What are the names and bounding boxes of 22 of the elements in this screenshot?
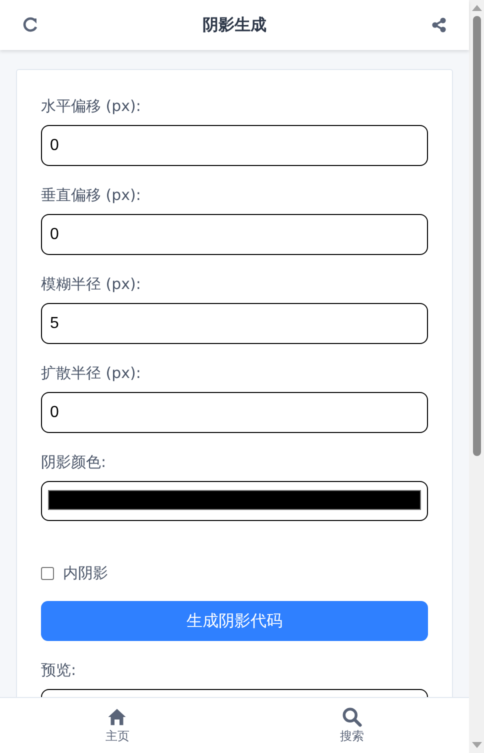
color-picker[interactable] (41, 481, 428, 521)
preview-label: 预览: (41, 660, 78, 680)
page-title: 阴影生成 (202, 14, 266, 36)
generate-button[interactable]: 生成阴影代码 (41, 601, 428, 641)
search-icon[interactable] (342, 706, 362, 726)
field-label: 阴影颜色: (41, 452, 108, 472)
field-label: 扩散半径 (px): (41, 363, 142, 383)
refresh-icon[interactable] (22, 17, 38, 33)
nav-label[interactable]: 搜索 (340, 728, 364, 744)
field-label: 水平偏移 (px): (41, 96, 142, 116)
checkbox[interactable] (41, 566, 54, 580)
number-field[interactable]: 0 (41, 214, 428, 255)
number-field[interactable]: 0 (41, 392, 428, 433)
nav-label[interactable]: 主页 (105, 728, 130, 744)
checkbox-label: 内阴影 (63, 564, 108, 582)
number-field[interactable]: 5 (41, 303, 428, 344)
home-icon[interactable] (107, 706, 128, 726)
share-icon[interactable] (431, 17, 447, 33)
field-label: 模糊半径 (px): (41, 274, 142, 294)
field-label: 垂直偏移 (px): (41, 185, 142, 205)
scrollbar[interactable] (469, 0, 484, 753)
number-field[interactable]: 0 (41, 125, 428, 166)
